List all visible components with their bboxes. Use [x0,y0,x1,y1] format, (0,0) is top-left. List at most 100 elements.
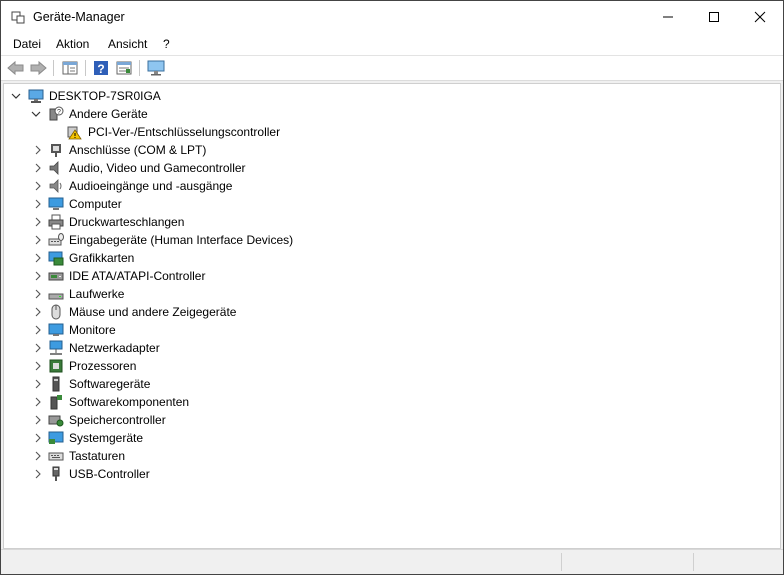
device-manager-app-icon [11,11,25,24]
chevron-right-icon[interactable] [33,180,43,192]
chevron-right-icon[interactable] [33,396,43,408]
device-manager-window: Geräte-Manager Datei Aktion Ansicht ? ? … [0,0,784,575]
show-hide-console-tree-button[interactable] [61,59,79,77]
storage-controller-icon [48,415,64,427]
tree-item-audio-video[interactable]: Audio, Video und Gamecontroller [4,159,604,177]
tree-item-label: Audio, Video und Gamecontroller [69,161,246,175]
help-button[interactable]: ? [92,59,110,77]
minimize-button[interactable] [645,1,691,33]
tree-item-processors[interactable]: Prozessoren [4,357,604,375]
menu-ansicht[interactable]: Ansicht [108,37,147,51]
help-icon: ? [94,61,108,76]
tree-item-storage-controllers[interactable]: Speichercontroller [4,411,604,429]
tree-item-label: Softwaregeräte [69,377,151,391]
tree-item-other-devices[interactable]: ? Andere Geräte [4,105,604,123]
back-arrow-icon [7,60,24,76]
tree-item-ports[interactable]: Anschlüsse (COM & LPT) [4,141,604,159]
status-bar [1,549,783,574]
chevron-right-icon[interactable] [33,468,43,480]
toolbar-separator [139,60,140,76]
tree-item-ide-controller[interactable]: IDE ATA/ATAPI-Controller [4,267,604,285]
close-button[interactable] [737,1,783,33]
chevron-down-icon[interactable] [31,108,41,120]
chevron-right-icon[interactable] [33,324,43,336]
chevron-right-icon[interactable] [33,234,43,246]
properties-icon [116,61,132,75]
chevron-right-icon[interactable] [33,270,43,282]
chevron-right-icon[interactable] [33,432,43,444]
title-bar: Geräte-Manager [1,1,783,33]
tree-item-label: Netzwerkadapter [69,341,160,355]
chevron-right-icon[interactable] [33,342,43,354]
tree-root-label: DESKTOP-7SR0IGA [49,89,161,103]
device-tree[interactable]: DESKTOP-7SR0IGA ? Andere Geräte PCI-Ver-… [3,83,781,549]
forward-button[interactable] [29,59,47,77]
tree-item-network-adapters[interactable]: Netzwerkadapter [4,339,604,357]
tree-item-pci-controller[interactable]: PCI-Ver-/Entschlüsselungscontroller [4,123,604,141]
tree-item-label: Laufwerke [69,287,125,301]
chevron-right-icon[interactable] [33,414,43,426]
unknown-device-icon: ? [49,106,64,121]
chevron-right-icon[interactable] [33,450,43,462]
tree-item-monitors[interactable]: Monitore [4,321,604,339]
network-icon [49,340,63,355]
port-icon [51,144,61,157]
system-device-icon [48,431,64,444]
tree-item-label: Mäuse und andere Zeigegeräte [69,305,237,319]
console-tree-icon [62,61,78,75]
tree-item-label: PCI-Ver-/Entschlüsselungscontroller [88,125,281,139]
menu-aktion[interactable]: Aktion [56,37,89,51]
maximize-button[interactable] [691,1,737,33]
properties-button[interactable] [115,59,133,77]
tree-item-usb-controllers[interactable]: USB-Controller [4,465,604,483]
monitor-scan-icon [147,60,165,76]
usb-icon [52,466,60,481]
tree-item-label: IDE ATA/ATAPI-Controller [69,269,206,283]
status-bar-pane [693,553,782,571]
chevron-right-icon[interactable] [33,216,43,228]
display-adapter-icon [48,251,64,266]
toolbar-separator [85,60,86,76]
monitor-icon [48,197,64,210]
hid-icon [48,233,64,246]
svg-text:?: ? [57,109,61,116]
tree-item-label: Monitore [69,323,116,337]
tree-item-label: Prozessoren [69,359,137,373]
forward-arrow-icon [30,60,47,76]
tree-item-keyboards[interactable]: Tastaturen [4,447,604,465]
tree-item-system-devices[interactable]: Systemgeräte [4,429,604,447]
tree-item-software-devices[interactable]: Softwaregeräte [4,375,604,393]
tree-item-display-adapters[interactable]: Grafikkarten [4,249,604,267]
chevron-right-icon[interactable] [33,198,43,210]
toolbar-separator [53,60,54,76]
chevron-right-icon[interactable] [33,252,43,264]
back-button[interactable] [7,59,25,77]
tree-item-mice[interactable]: Mäuse und andere Zeigegeräte [4,303,604,321]
processor-icon [49,359,63,373]
tree-item-software-components[interactable]: Softwarekomponenten [4,393,604,411]
chevron-down-icon[interactable] [11,90,21,102]
chevron-right-icon[interactable] [33,306,43,318]
tree-item-drives[interactable]: Laufwerke [4,285,604,303]
scan-hardware-button[interactable] [147,59,165,77]
menu-datei[interactable]: Datei [13,37,41,51]
chevron-right-icon[interactable] [33,162,43,174]
chevron-right-icon[interactable] [33,144,43,156]
tree-item-audio-io[interactable]: Audioeingänge und -ausgänge [4,177,604,195]
software-component-icon [50,395,62,410]
tree-item-print-queues[interactable]: Druckwarteschlangen [4,213,604,231]
tree-item-label: USB-Controller [69,467,150,481]
tree-root[interactable]: DESKTOP-7SR0IGA [4,87,604,105]
menu-help[interactable]: ? [163,37,170,51]
tree-item-label: Eingabegeräte (Human Interface Devices) [69,233,294,247]
status-bar-pane [561,553,692,571]
chevron-right-icon[interactable] [33,360,43,372]
close-icon [754,11,766,23]
tree-item-label: Anschlüsse (COM & LPT) [69,143,207,157]
maximize-icon [709,12,719,22]
minimize-icon [663,16,673,18]
tree-item-hid[interactable]: Eingabegeräte (Human Interface Devices) [4,231,604,249]
chevron-right-icon[interactable] [33,288,43,300]
tree-item-computer[interactable]: Computer [4,195,604,213]
chevron-right-icon[interactable] [33,378,43,390]
